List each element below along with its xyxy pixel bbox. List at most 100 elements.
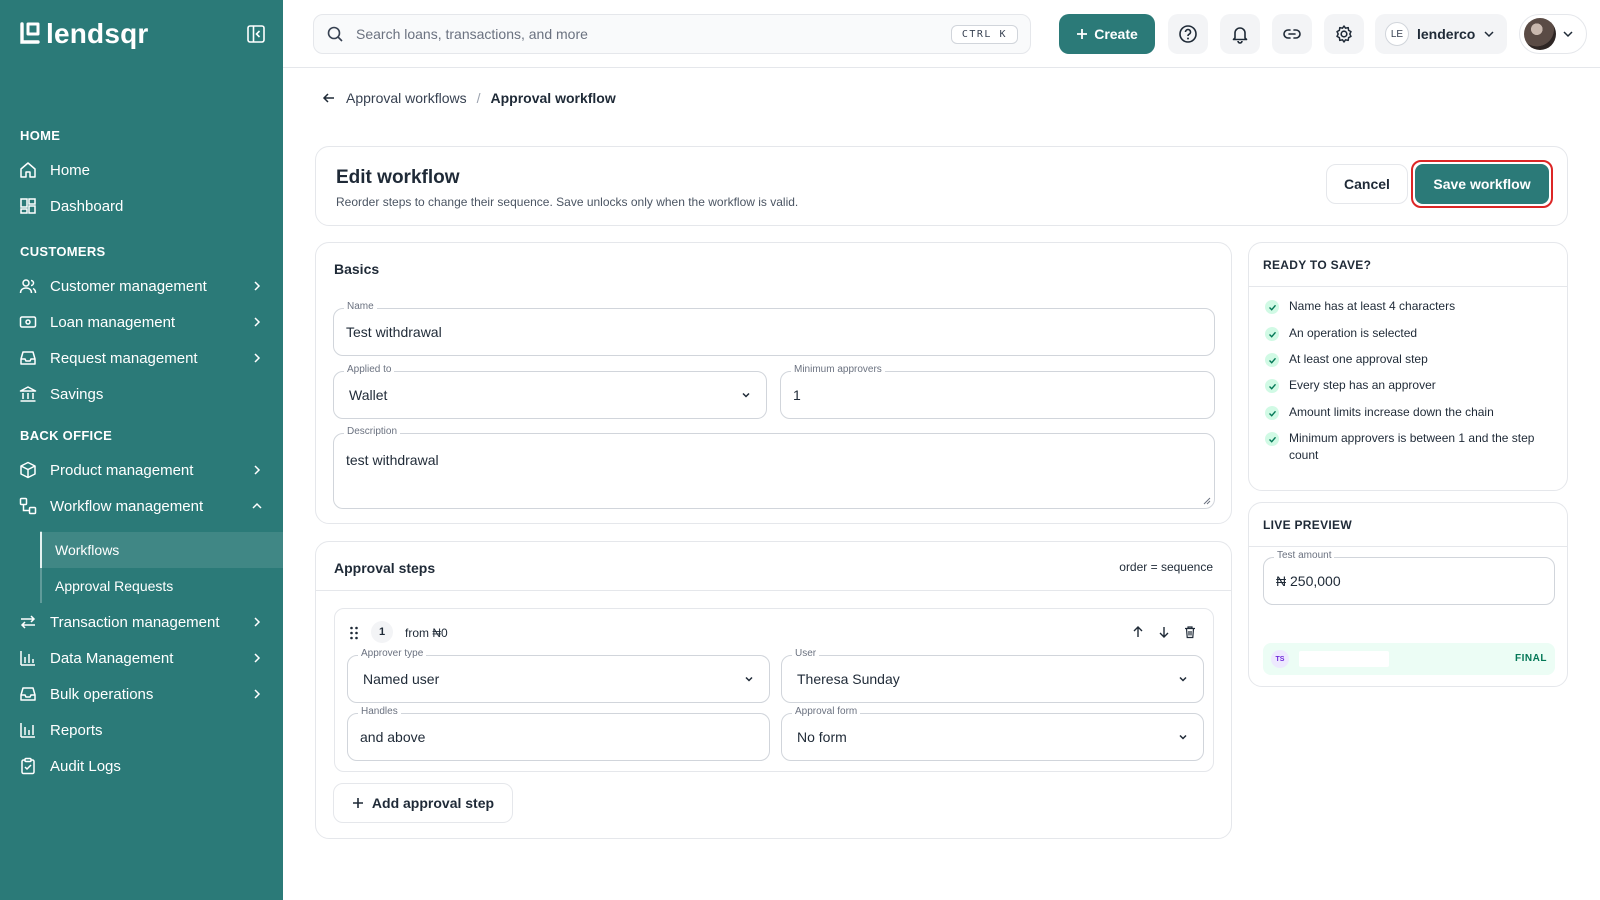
breadcrumb: Approval workflows / Approval workflow (322, 90, 616, 106)
sidebar-item-data-management[interactable]: Data Management (0, 640, 283, 676)
org-initials-badge: LE (1385, 22, 1409, 46)
chevron-right-icon (254, 353, 261, 363)
bank-icon (19, 386, 37, 402)
inbox-icon (20, 351, 36, 365)
sidebar-item-workflows[interactable]: Workflows (40, 532, 283, 568)
search-input[interactable] (356, 26, 951, 42)
chevron-down-icon (1484, 31, 1494, 38)
sidebar-collapse-icon[interactable] (246, 24, 266, 44)
gear-icon (1336, 25, 1352, 43)
sidebar-item-loan-management[interactable]: Loan management (0, 304, 283, 340)
nav-section-customers: CUSTOMERS (20, 244, 106, 259)
chevron-right-icon (254, 617, 261, 627)
sidebar-item-label: Transaction management (50, 613, 220, 631)
sidebar-item-reports[interactable]: Reports (0, 712, 283, 748)
add-approval-step-label: Add approval step (371, 795, 495, 811)
sidebar-item-dashboard[interactable]: Dashboard (0, 188, 283, 224)
resize-handle-icon[interactable] (1203, 497, 1211, 505)
sidebar-item-label: Audit Logs (50, 757, 121, 775)
validation-check-item: At least one approval step (1265, 351, 1555, 368)
drag-handle-icon[interactable] (349, 626, 359, 640)
sidebar-item-request-management[interactable]: Request management (0, 340, 283, 376)
brand-logo[interactable]: lendsqr (20, 18, 149, 50)
search-box[interactable]: CTRL K (313, 14, 1031, 54)
trash-icon[interactable] (1183, 625, 1197, 639)
link-icon (1283, 29, 1301, 39)
sidebar-item-bulk-operations[interactable]: Bulk operations (0, 676, 283, 712)
lendsqr-logo-icon (20, 22, 40, 44)
help-icon (1179, 25, 1197, 43)
add-approval-step-button[interactable]: Add approval step (333, 783, 513, 823)
settings-button[interactable] (1324, 14, 1364, 54)
sidebar-item-label: Product management (50, 461, 194, 479)
test-amount-value: ₦ 250,000 (1276, 573, 1341, 589)
breadcrumb-current: Approval workflow (490, 90, 616, 106)
sidebar-item-savings[interactable]: Savings (0, 376, 283, 412)
user-menu[interactable] (1519, 14, 1587, 54)
arrow-down-icon[interactable] (1157, 625, 1171, 639)
approval-form-value: No form (797, 729, 847, 745)
sidebar-item-label: Approval Requests (55, 578, 174, 594)
validation-check-item: Name has at least 4 characters (1265, 298, 1555, 315)
name-input-value: Test withdrawal (346, 324, 442, 340)
plus-icon (352, 798, 363, 808)
field-label: Applied to (344, 364, 395, 375)
help-button[interactable] (1168, 14, 1208, 54)
save-workflow-button[interactable]: Save workflow (1415, 164, 1549, 204)
page-subtitle: Reorder steps to change their sequence. … (336, 195, 799, 209)
minimum-approvers-field[interactable]: Minimum approvers 1 (780, 364, 1215, 419)
sidebar-item-label: Customer management (50, 277, 207, 295)
breadcrumb-separator: / (476, 90, 481, 106)
breadcrumb-parent-link[interactable]: Approval workflows (346, 90, 467, 106)
home-icon (20, 162, 36, 178)
divider (1249, 286, 1567, 287)
order-note: order = sequence (1119, 560, 1213, 574)
create-button[interactable]: Create (1059, 14, 1155, 54)
notifications-button[interactable] (1220, 14, 1260, 54)
workflow-submenu: Workflows Approval Requests (40, 531, 283, 603)
field-label: Handles (358, 706, 401, 717)
cancel-button[interactable]: Cancel (1326, 164, 1408, 204)
sidebar-item-home[interactable]: Home (0, 152, 283, 188)
sidebar-item-approval-requests[interactable]: Approval Requests (42, 568, 285, 604)
approval-form-select[interactable]: Approval form No form (781, 706, 1204, 761)
avatar (1524, 18, 1556, 50)
user-select[interactable]: User Theresa Sunday (781, 648, 1204, 703)
chevron-down-icon (742, 392, 750, 398)
link-button[interactable] (1272, 14, 1312, 54)
approval-step: 1 from ₦0 Approver type Named user User … (334, 608, 1214, 772)
handles-field[interactable]: Handles and above (347, 706, 770, 761)
validation-check-item: An operation is selected (1265, 325, 1555, 342)
arrow-left-icon[interactable] (322, 91, 336, 105)
sidebar-item-label: Data Management (50, 649, 174, 667)
transfer-icon (20, 615, 36, 629)
validation-check-label: At least one approval step (1289, 352, 1428, 366)
bell-icon (1232, 27, 1248, 44)
handles-value: and above (360, 729, 426, 745)
preview-step-row: TS FINAL (1263, 643, 1555, 675)
name-field[interactable]: Name Test withdrawal (333, 301, 1215, 356)
validation-check-item: Every step has an approver (1265, 377, 1555, 394)
sidebar-item-workflow-management[interactable]: Workflow management (0, 488, 283, 524)
sidebar-item-product-management[interactable]: Product management (0, 452, 283, 488)
sidebar-item-customer-management[interactable]: Customer management (0, 268, 283, 304)
approver-initials-badge: TS (1271, 650, 1289, 668)
organization-switcher[interactable]: LE lenderco (1375, 14, 1507, 54)
chevron-right-icon (254, 465, 261, 475)
step-range-label: from ₦0 (405, 626, 448, 640)
test-amount-field[interactable]: Test amount ₦ 250,000 (1263, 550, 1555, 605)
sidebar-item-label: Dashboard (50, 197, 124, 215)
sidebar-item-label: Home (50, 161, 91, 179)
sidebar-item-label: Reports (50, 721, 103, 739)
applied-to-select[interactable]: Applied to Wallet (333, 364, 767, 419)
dashboard-icon (20, 198, 36, 214)
arrow-up-icon[interactable] (1131, 625, 1145, 639)
chevron-down-icon (1179, 676, 1187, 682)
approver-type-select[interactable]: Approver type Named user (347, 648, 770, 703)
loan-icon (19, 316, 37, 328)
chevron-down-icon (1563, 31, 1573, 38)
sidebar-item-transaction-management[interactable]: Transaction management (0, 604, 283, 640)
description-textarea[interactable]: Description test withdrawal (333, 426, 1215, 509)
sidebar-item-audit-logs[interactable]: Audit Logs (0, 748, 283, 784)
applied-to-value: Wallet (349, 387, 388, 403)
